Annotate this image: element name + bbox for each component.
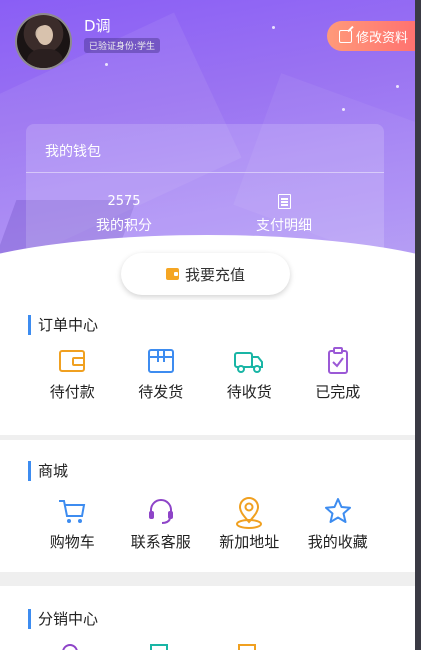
verify-badge: 已验证身份:学生: [84, 38, 161, 53]
wallet-icon: [165, 268, 179, 280]
add-address[interactable]: 新加地址: [205, 496, 294, 552]
recharge-label: 我要充值: [184, 265, 245, 284]
star-icon: [324, 498, 351, 523]
location-icon: [236, 497, 263, 529]
payment-details-label: 支付明细: [256, 218, 312, 234]
customer-service-label: 联系客服: [130, 533, 191, 551]
points-label: 我的积分: [96, 218, 152, 234]
order-completed-label: 已完成: [315, 383, 361, 401]
order-completed[interactable]: 已完成: [294, 346, 383, 402]
sparkle: [396, 85, 399, 88]
wallet-icon: [59, 350, 86, 372]
order-pending-receipt[interactable]: 待收货: [205, 346, 294, 402]
order-pending-payment-label: 待付款: [49, 383, 95, 401]
box-icon: [147, 349, 174, 373]
payment-details-entry[interactable]: 支付明细: [219, 194, 349, 235]
sparkle: [342, 108, 345, 111]
avatar[interactable]: [15, 13, 72, 70]
points-value: 2575: [107, 194, 141, 209]
partial-icon: [150, 644, 168, 650]
screen-edge: [415, 0, 421, 650]
edit-profile-button[interactable]: 修改资料: [327, 21, 415, 51]
my-favorites[interactable]: 我的收藏: [294, 496, 383, 552]
section-accent-bar: [28, 460, 31, 481]
order-pending-shipment-label: 待发货: [138, 383, 184, 401]
mall-section: 商城 购物车 联系客服 新加地址 我的收藏: [0, 440, 415, 572]
order-pending-payment[interactable]: 待付款: [28, 346, 117, 402]
username: D调: [84, 17, 111, 35]
avatar-face: [37, 25, 53, 45]
wallet-title: 我的钱包: [45, 144, 101, 160]
page: D调 已验证身份:学生 修改资料 我的钱包 2575 我的积分 支付明细 我要充…: [0, 0, 415, 650]
recharge-button[interactable]: 我要充值: [121, 253, 290, 295]
order-center-section: 订单中心 待付款 待发货 待收货 已完成: [0, 300, 415, 426]
order-pending-receipt-label: 待收货: [226, 383, 272, 401]
add-address-label: 新加地址: [219, 533, 280, 551]
list-icon: [277, 194, 291, 209]
truck-icon: [234, 352, 264, 373]
edit-icon: [339, 29, 352, 43]
order-pending-shipment[interactable]: 待发货: [117, 346, 206, 402]
partial-icon: [62, 644, 78, 650]
divider: [26, 172, 384, 173]
customer-service[interactable]: 联系客服: [117, 496, 206, 552]
clipboard-check-icon: [327, 347, 348, 374]
headset-icon: [148, 499, 173, 524]
mall-title: 商城: [38, 462, 69, 480]
sparkle: [105, 63, 108, 66]
distribution-title: 分销中心: [38, 610, 99, 628]
shopping-cart[interactable]: 购物车: [28, 496, 117, 552]
sparkle: [272, 26, 275, 29]
points-entry[interactable]: 2575 我的积分: [59, 194, 189, 235]
edit-profile-label: 修改资料: [356, 30, 409, 46]
section-accent-bar: [28, 608, 31, 629]
avatar-body: [27, 49, 63, 68]
shopping-cart-label: 购物车: [49, 533, 95, 551]
distribution-section: 分销中心: [0, 586, 415, 650]
partial-icon: [238, 644, 256, 650]
my-favorites-label: 我的收藏: [307, 533, 368, 551]
order-center-title: 订单中心: [38, 316, 99, 334]
section-accent-bar: [28, 314, 31, 335]
cart-icon: [59, 500, 86, 523]
